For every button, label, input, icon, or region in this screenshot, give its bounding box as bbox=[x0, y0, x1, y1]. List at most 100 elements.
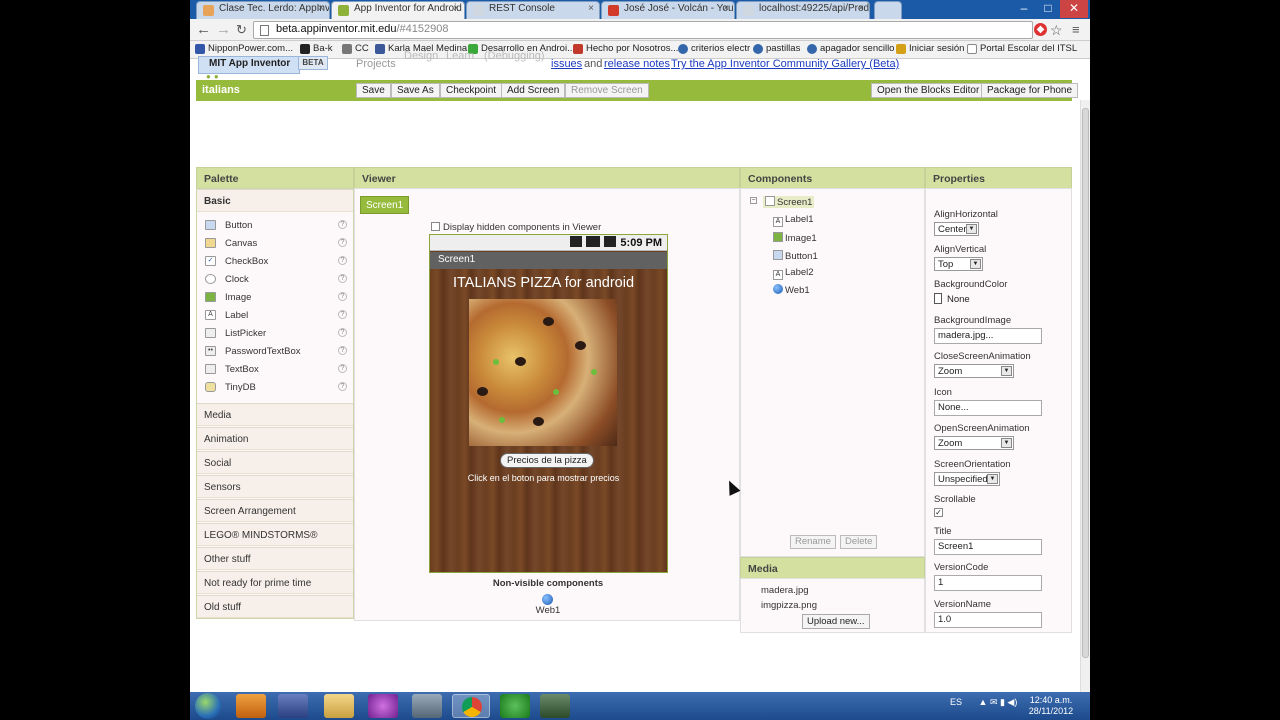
close-window-icon[interactable]: ✕ bbox=[1060, 0, 1088, 18]
component-button1[interactable]: Button1 bbox=[773, 250, 818, 262]
collapse-icon[interactable]: − bbox=[750, 197, 757, 204]
help-icon[interactable]: ? bbox=[338, 238, 347, 247]
palette-category-animation[interactable]: Animation bbox=[197, 427, 353, 450]
extension-icon[interactable]: ◆ bbox=[1034, 23, 1047, 36]
forward-icon[interactable]: → bbox=[216, 21, 231, 39]
tab-localhost[interactable]: localhost:49225/api/Produ × bbox=[736, 1, 870, 19]
help-icon[interactable]: ? bbox=[338, 274, 347, 283]
address-bar[interactable]: beta.appinventor.mit.edu/#4152908 bbox=[253, 21, 1033, 39]
start-button[interactable] bbox=[195, 693, 221, 719]
checkbox-icon[interactable] bbox=[431, 222, 440, 231]
bookmark-item[interactable]: Hecho por Nosotros... bbox=[573, 43, 678, 54]
tab-rest-console[interactable]: REST Console × bbox=[466, 1, 600, 19]
add-screen-button[interactable]: Add Screen bbox=[501, 83, 566, 98]
bookmark-item[interactable]: criterios electr bbox=[678, 43, 750, 54]
package-for-phone-button[interactable]: Package for Phone bbox=[981, 83, 1079, 98]
palette-category-basic[interactable]: Basic bbox=[197, 189, 353, 212]
label1-heading[interactable]: ITALIANS PIZZA for android bbox=[430, 275, 657, 291]
remove-screen-button[interactable]: Remove Screen bbox=[565, 83, 649, 98]
help-icon[interactable]: ? bbox=[338, 310, 347, 319]
help-icon[interactable]: ? bbox=[338, 364, 347, 373]
screen-selector-tab[interactable]: Screen1 bbox=[360, 196, 410, 214]
screen-background[interactable]: ITALIANS PIZZA for android Precios de la… bbox=[430, 269, 667, 572]
close-icon[interactable]: × bbox=[723, 3, 729, 14]
tab-youtube[interactable]: José José - Volcán - YouTu × bbox=[601, 1, 735, 19]
rename-button[interactable]: Rename bbox=[790, 535, 836, 549]
web1-label[interactable]: Web1 bbox=[355, 605, 741, 616]
chrome-icon[interactable] bbox=[452, 694, 490, 718]
bookmark-item[interactable]: Portal Escolar del ITSL bbox=[967, 43, 1077, 54]
component-screen1[interactable]: Screen1 bbox=[763, 196, 815, 208]
upload-new-button[interactable]: Upload new... bbox=[802, 614, 870, 629]
nav-design[interactable]: Design bbox=[404, 50, 438, 62]
palette-item-image[interactable]: Image? bbox=[205, 289, 347, 307]
help-icon[interactable]: ? bbox=[338, 382, 347, 391]
display-hidden-checkbox[interactable]: Display hidden components in Viewer bbox=[431, 222, 601, 233]
delete-button[interactable]: Delete bbox=[840, 535, 878, 549]
version-code-field[interactable]: 1 bbox=[934, 575, 1042, 591]
help-icon[interactable]: ? bbox=[338, 256, 347, 265]
component-label1[interactable]: A Label1 bbox=[773, 214, 814, 227]
app-icon[interactable] bbox=[368, 694, 398, 718]
help-icon[interactable]: ? bbox=[338, 328, 347, 337]
nav-projects[interactable]: Projects bbox=[356, 58, 396, 70]
align-vertical-select[interactable]: Top ▼ bbox=[934, 257, 983, 271]
media-file-madera[interactable]: madera.jpg bbox=[761, 585, 809, 596]
bookmark-item[interactable]: CC bbox=[342, 43, 369, 54]
close-icon[interactable]: × bbox=[318, 3, 324, 14]
palette-item-button[interactable]: Button? bbox=[205, 217, 347, 235]
close-animation-select[interactable]: Zoom ▼ bbox=[934, 364, 1014, 378]
star-icon[interactable]: ☆ bbox=[1050, 21, 1063, 39]
issues-link[interactable]: issues bbox=[551, 58, 582, 70]
screen-orientation-select[interactable]: Unspecified ▼ bbox=[934, 472, 1000, 486]
folder-icon[interactable] bbox=[324, 694, 354, 718]
palette-item-label[interactable]: A Label? bbox=[205, 307, 347, 325]
media-file-imgpizza[interactable]: imgpizza.png bbox=[761, 600, 817, 611]
palette-category-not-ready[interactable]: Not ready for prime time bbox=[197, 571, 353, 594]
minimize-icon[interactable]: – bbox=[1012, 0, 1036, 18]
release-notes-link[interactable]: release notes bbox=[604, 58, 670, 70]
pizza-image[interactable] bbox=[469, 299, 617, 446]
background-image-field[interactable]: madera.jpg... bbox=[934, 328, 1042, 344]
palette-item-canvas[interactable]: Canvas? bbox=[205, 235, 347, 253]
palette-item-passwordtextbox[interactable]: •• PasswordTextBox? bbox=[205, 343, 347, 361]
palette-category-screen-arrangement[interactable]: Screen Arrangement bbox=[197, 499, 353, 522]
page-scrollbar[interactable] bbox=[1080, 100, 1090, 692]
web-globe-icon[interactable] bbox=[542, 594, 553, 605]
palette-category-old-stuff[interactable]: Old stuff bbox=[197, 595, 353, 618]
tray-icons[interactable]: ▲ ✉ ▮ ◀) bbox=[979, 697, 1018, 707]
bookmark-item[interactable]: Iniciar sesión bbox=[896, 43, 964, 54]
bookmark-item[interactable]: Ba-k bbox=[300, 43, 333, 54]
nav-debugging[interactable]: (Debugging) bbox=[484, 50, 545, 62]
scrollbar-thumb[interactable] bbox=[1082, 108, 1089, 658]
reload-icon[interactable]: ↻ bbox=[236, 21, 247, 39]
tab-clase-tec[interactable]: Clase Tec. Lerdo: AppInvent× bbox=[196, 1, 330, 19]
label2-instructions[interactable]: Click en el boton para mostrar precios bbox=[430, 473, 657, 483]
nav-learn[interactable]: Learn bbox=[446, 50, 474, 62]
scrollable-checkbox[interactable]: ✓ bbox=[934, 508, 943, 517]
tools-icon[interactable] bbox=[412, 694, 442, 718]
palette-category-social[interactable]: Social bbox=[197, 451, 353, 474]
component-web1[interactable]: Web1 bbox=[773, 284, 810, 296]
component-label2[interactable]: A Label2 bbox=[773, 267, 814, 280]
utorrent-icon[interactable] bbox=[500, 694, 530, 718]
taskbar-clock[interactable]: 12:40 a.m. 28/11/2012 bbox=[1028, 695, 1074, 717]
title-field[interactable]: Screen1 bbox=[934, 539, 1042, 555]
tab-app-inventor[interactable]: App Inventor for Android × bbox=[331, 1, 465, 19]
icon-field[interactable]: None... bbox=[934, 400, 1042, 416]
palette-item-listpicker[interactable]: ListPicker? bbox=[205, 325, 347, 343]
close-icon[interactable]: × bbox=[453, 3, 459, 14]
save-button[interactable]: Save bbox=[356, 83, 391, 98]
visual-studio-icon[interactable] bbox=[278, 694, 308, 718]
palette-item-clock[interactable]: Clock? bbox=[205, 271, 347, 289]
component-image1[interactable]: Image1 bbox=[773, 232, 817, 244]
help-icon[interactable]: ? bbox=[338, 346, 347, 355]
gallery-link[interactable]: Try the App Inventor Community Gallery (… bbox=[671, 58, 899, 70]
save-as-button[interactable]: Save As bbox=[391, 83, 440, 98]
palette-category-other-stuff[interactable]: Other stuff bbox=[197, 547, 353, 570]
help-icon[interactable]: ? bbox=[338, 220, 347, 229]
precios-button[interactable]: Precios de la pizza bbox=[500, 453, 594, 468]
bookmark-item[interactable]: NipponPower.com... bbox=[195, 43, 293, 54]
close-icon[interactable]: × bbox=[588, 3, 594, 14]
palette-item-tinydb[interactable]: TinyDB? bbox=[205, 379, 347, 397]
